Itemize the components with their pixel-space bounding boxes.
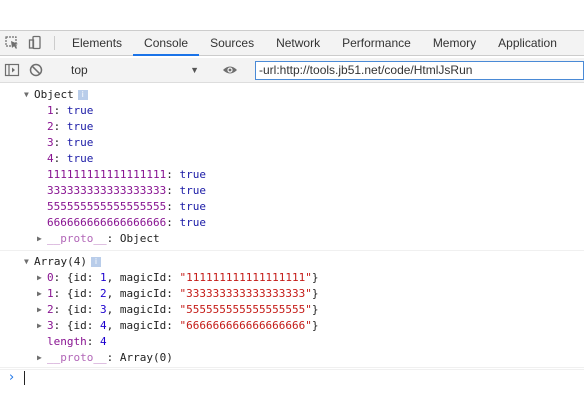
array-header[interactable]: ▼ Array(4) i	[0, 254, 584, 270]
expanded-triangle-icon: ▼	[24, 257, 29, 266]
array-length: length: 4	[47, 335, 107, 348]
tab-memory[interactable]: Memory	[422, 31, 487, 55]
console-prompt[interactable]: ›	[0, 367, 584, 388]
console-output: ▼ Object i 1: true 2: true 3: true 4: true…	[0, 84, 584, 406]
prompt-chevron-icon: ›	[9, 370, 15, 385]
context-selector-value: top	[71, 63, 88, 77]
collapsed-triangle-icon: ▶	[37, 234, 42, 243]
array-item[interactable]: ▶ 2: {id: 3, magicId: "555555555555555555…	[0, 302, 584, 318]
collapsed-triangle-icon: ▶	[37, 289, 42, 298]
clear-console-icon[interactable]	[24, 58, 48, 82]
array-item[interactable]: ▶ 1: {id: 2, magicId: "333333333333333333…	[0, 286, 584, 302]
tab-sources[interactable]: Sources	[199, 31, 265, 55]
console-toolbar: top ▼ -url:http://tools.jb51.net/code/Ht…	[0, 58, 584, 83]
eye-icon[interactable]	[218, 58, 242, 82]
array-item[interactable]: ▶ 0: {id: 1, magicId: "111111111111111111…	[0, 270, 584, 286]
tab-application[interactable]: Application	[487, 31, 568, 55]
chevron-down-icon: ▼	[190, 65, 199, 75]
object-proto[interactable]: ▶ __proto__: Object	[0, 231, 584, 247]
array-proto[interactable]: ▶ __proto__: Array(0)	[0, 350, 584, 366]
object-prop: 3: true	[47, 136, 94, 149]
object-title: Object	[34, 88, 74, 101]
array-title: Array(4)	[34, 255, 87, 268]
device-toolbar-icon[interactable]	[24, 31, 48, 55]
object-prop: 555555555555555555: true	[47, 200, 206, 213]
collapsed-triangle-icon: ▶	[37, 321, 42, 330]
expanded-triangle-icon: ▼	[24, 90, 29, 99]
info-icon[interactable]: i	[77, 90, 88, 100]
info-icon[interactable]: i	[90, 257, 101, 267]
object-prop: 111111111111111111: true	[47, 168, 206, 181]
object-prop: 4: true	[47, 152, 94, 165]
object-header[interactable]: ▼ Object i	[0, 87, 584, 103]
collapsed-triangle-icon: ▶	[37, 353, 42, 362]
tab-network[interactable]: Network	[265, 31, 331, 55]
object-prop: 1: true	[47, 104, 94, 117]
object-log-entry: ▼ Object i 1: true 2: true 3: true 4: true…	[0, 84, 584, 251]
text-cursor	[24, 371, 25, 385]
context-selector[interactable]: top ▼	[65, 60, 205, 80]
top-blank-area	[0, 0, 584, 30]
object-prop: 2: true	[47, 120, 94, 133]
filter-input[interactable]: -url:http://tools.jb51.net/code/HtmlJsRu…	[255, 60, 584, 80]
object-prop: 333333333333333333: true	[47, 184, 206, 197]
array-log-entry: ▼ Array(4) i ▶ 0: {id: 1, magicId: "1111111…	[0, 251, 584, 370]
tab-console[interactable]: Console	[133, 31, 200, 56]
tab-elements[interactable]: Elements	[61, 31, 133, 55]
array-item[interactable]: ▶ 3: {id: 4, magicId: "666666666666666666…	[0, 318, 584, 334]
tab-performance[interactable]: Performance	[331, 31, 422, 55]
object-prop: 666666666666666666: true	[47, 216, 206, 229]
divider	[54, 36, 55, 50]
inspect-element-icon[interactable]	[0, 31, 24, 55]
devtools-tab-bar: Elements Console Sources Network Perform…	[0, 30, 584, 56]
show-sidebar-icon[interactable]	[0, 58, 24, 82]
collapsed-triangle-icon: ▶	[37, 305, 42, 314]
collapsed-triangle-icon: ▶	[37, 273, 42, 282]
